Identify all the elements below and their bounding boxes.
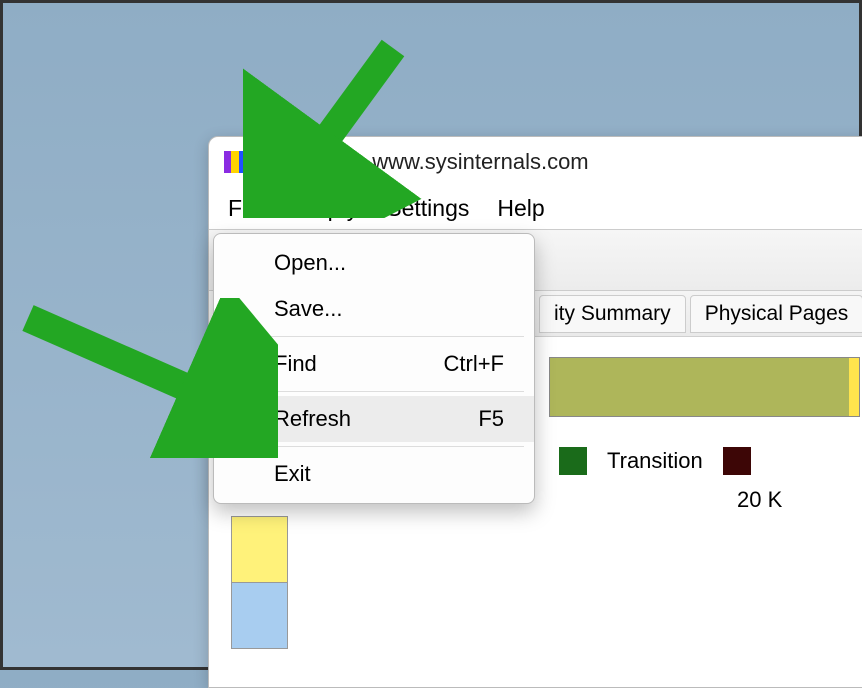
swatch-darkred xyxy=(723,447,751,475)
menu-file[interactable]: File xyxy=(214,191,279,226)
legend-row: Transition xyxy=(559,447,751,475)
menu-item-find-label: Find xyxy=(274,351,317,377)
file-menu-dropdown: Open... Save... Find Ctrl+F Refresh F5 E… xyxy=(213,233,535,504)
window-title: RAMMap - www.sysinternals.com xyxy=(261,149,589,175)
legend-value: 20 K xyxy=(737,487,782,513)
menu-item-exit-label: Exit xyxy=(274,461,311,487)
menu-item-save-label: Save... xyxy=(274,296,342,322)
legend-label: Transition xyxy=(607,448,703,474)
menu-item-open[interactable]: Open... xyxy=(214,240,534,286)
menu-item-find-accel: Ctrl+F xyxy=(444,351,505,377)
menu-empty[interactable]: Empty xyxy=(279,191,372,226)
app-icon xyxy=(224,151,246,173)
tab-summary[interactable]: ity Summary xyxy=(539,295,686,333)
menu-settings[interactable]: Settings xyxy=(372,191,483,226)
menu-separator xyxy=(224,391,524,392)
menubar: File Empty Settings Help xyxy=(209,187,862,230)
menu-item-find[interactable]: Find Ctrl+F xyxy=(214,341,534,387)
tab-physical[interactable]: Physical Pages xyxy=(690,295,862,333)
usage-bar xyxy=(549,357,851,417)
menu-item-refresh[interactable]: Refresh F5 xyxy=(214,396,534,442)
menu-item-save[interactable]: Save... xyxy=(214,286,534,332)
menu-help[interactable]: Help xyxy=(483,191,558,226)
menu-separator xyxy=(224,336,524,337)
menu-item-refresh-label: Refresh xyxy=(274,406,351,432)
menu-item-refresh-accel: F5 xyxy=(478,406,504,432)
chip-yellow xyxy=(231,516,288,583)
menu-item-open-label: Open... xyxy=(274,250,346,276)
menu-item-exit[interactable]: Exit xyxy=(214,451,534,497)
sidebar-color-chips xyxy=(231,516,286,649)
titlebar: RAMMap - www.sysinternals.com xyxy=(209,137,862,187)
swatch-green xyxy=(559,447,587,475)
chip-blue xyxy=(231,583,288,649)
menu-separator xyxy=(224,446,524,447)
